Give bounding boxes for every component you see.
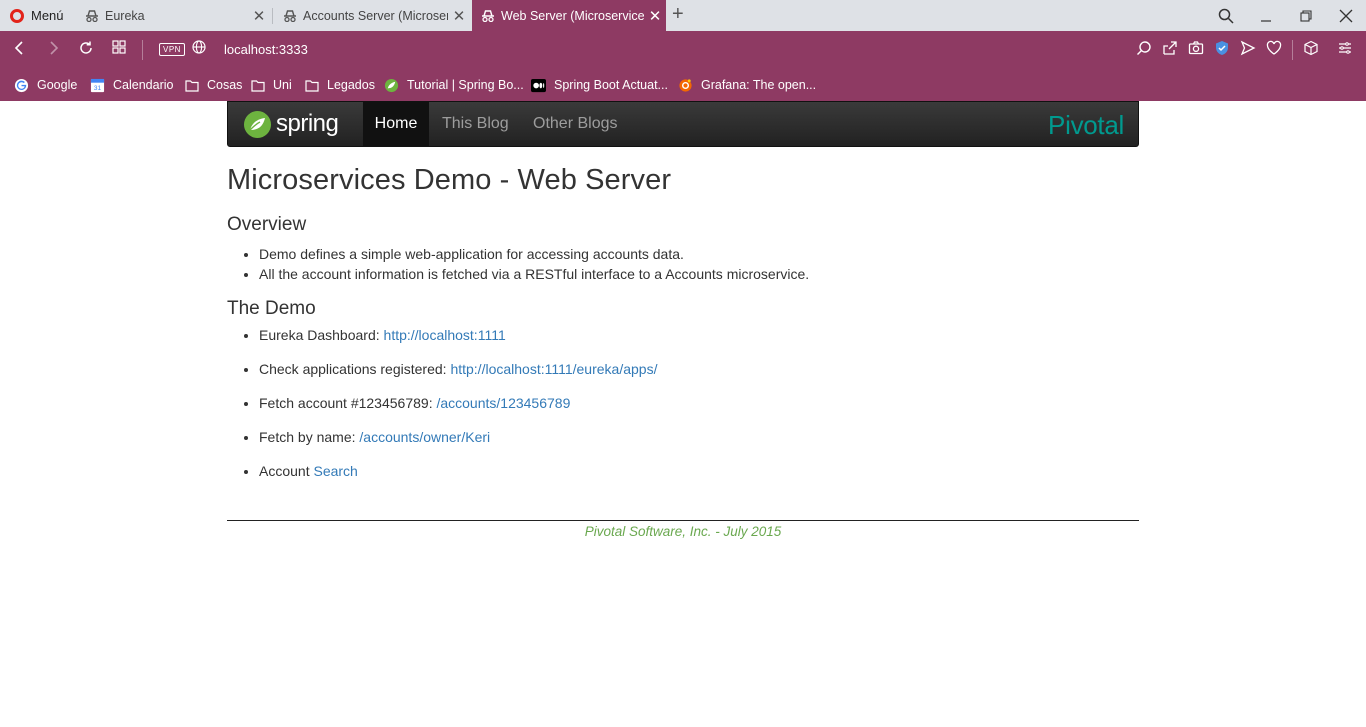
bookmarks-bar: Google 31 Calendario Cosas Uni Legados T… (0, 69, 1366, 101)
bookmark-calendario[interactable]: 31 Calendario (90, 76, 173, 94)
restore-icon[interactable] (1286, 0, 1326, 31)
list-item: Account Search (259, 461, 1139, 481)
list-item: All the account information is fetched v… (259, 264, 1139, 284)
bookmark-legados[interactable]: Legados (304, 76, 375, 94)
footer-text: Pivotal Software, Inc. - July 2015 (584, 524, 782, 539)
item-label: Fetch by name: (259, 429, 360, 445)
tab-divider (272, 8, 273, 24)
bookmark-google[interactable]: Google (14, 76, 77, 94)
extensions-cube-icon[interactable] (1301, 40, 1321, 60)
vpn-badge[interactable]: VPN (159, 43, 185, 56)
nav-this-blog[interactable]: This Blog (442, 102, 509, 146)
incognito-icon (86, 9, 98, 22)
bookmark-label: Spring Boot Actuat... (554, 78, 668, 92)
list-item: Fetch by name: /accounts/owner/Keri (259, 427, 1139, 447)
menu-label: Menú (31, 8, 64, 23)
item-label: Fetch account #123456789: (259, 395, 437, 411)
tab-web-server-active[interactable]: Web Server (Microservices Demo) ✕ (472, 0, 666, 31)
calendar-icon: 31 (90, 78, 105, 93)
divider (142, 40, 143, 60)
eureka-apps-link[interactable]: http://localhost:1111/eureka/apps/ (450, 361, 657, 377)
new-tab-icon[interactable]: + (672, 3, 684, 26)
close-tab-icon[interactable]: ✕ (644, 7, 666, 25)
bookmark-cosas[interactable]: Cosas (184, 76, 242, 94)
opera-logo-icon (10, 8, 24, 23)
bookmark-label: Legados (327, 78, 375, 92)
overview-list: Demo defines a simple web-application fo… (259, 244, 1139, 284)
list-item: Fetch account #123456789: /accounts/1234… (259, 393, 1139, 413)
find-in-page-icon[interactable] (1134, 40, 1154, 60)
fetch-account-link[interactable]: /accounts/123456789 (436, 395, 570, 411)
speed-dial-icon[interactable] (109, 40, 129, 60)
send-icon[interactable] (1238, 40, 1258, 60)
fetch-by-name-link[interactable]: /accounts/owner/Keri (359, 429, 490, 445)
folder-icon (250, 78, 265, 93)
bookmark-spring-actuator[interactable]: Spring Boot Actuat... (531, 76, 668, 94)
page-title: Microservices Demo - Web Server (227, 164, 672, 196)
demo-list: Eureka Dashboard: http://localhost:1111 … (259, 325, 1139, 481)
minimize-icon[interactable] (1246, 0, 1286, 31)
bookmark-grafana[interactable]: Grafana: The open... (678, 76, 816, 94)
bookmark-label: Tutorial | Spring Bo... (407, 78, 524, 92)
bookmark-label: Cosas (207, 78, 243, 92)
tab-eureka[interactable]: Eureka ✕ (76, 0, 270, 31)
divider (1292, 40, 1293, 60)
bookmark-label: Google (37, 78, 78, 92)
svg-text:31: 31 (94, 85, 102, 92)
item-label: Eureka Dashboard: (259, 327, 384, 343)
footer-divider (227, 520, 1139, 521)
nav-other-blogs[interactable]: Other Blogs (533, 102, 617, 146)
overview-heading: Overview (227, 214, 307, 235)
folder-icon (304, 78, 319, 93)
grafana-icon (678, 78, 693, 93)
back-icon[interactable] (10, 40, 30, 60)
tab-title: Accounts Server (Microservices (303, 8, 448, 23)
adblock-shield-icon[interactable] (1212, 40, 1232, 60)
share-icon[interactable] (1160, 40, 1180, 60)
tab-search-icon[interactable] (1206, 0, 1246, 31)
account-search-link[interactable]: Search (313, 463, 357, 479)
nav-home[interactable]: Home (363, 102, 429, 146)
incognito-icon (284, 9, 296, 22)
reload-icon[interactable] (76, 40, 96, 60)
globe-icon[interactable] (189, 40, 209, 60)
opera-menu-button[interactable]: Menú (0, 0, 70, 31)
list-item: Demo defines a simple web-application fo… (259, 244, 1139, 264)
logo-text: spring (276, 110, 339, 137)
list-item: Eureka Dashboard: http://localhost:1111 (259, 325, 1139, 345)
spring-leaf-icon (384, 78, 399, 93)
eureka-dashboard-link[interactable]: http://localhost:1111 (384, 327, 506, 343)
demo-heading: The Demo (227, 298, 316, 319)
item-label: Check applications registered: (259, 361, 451, 377)
item-label: Account (259, 463, 314, 479)
google-icon (14, 78, 29, 93)
camera-icon[interactable] (1186, 40, 1206, 60)
bookmark-label: Uni (273, 78, 292, 92)
page-content: spring Home This Blog Other Blogs Pivota… (227, 101, 1139, 539)
list-item: Check applications registered: http://lo… (259, 359, 1139, 379)
medium-icon (531, 78, 546, 93)
heart-icon[interactable] (1264, 40, 1284, 60)
forward-icon[interactable] (43, 40, 63, 60)
bookmark-label: Grafana: The open... (701, 78, 817, 92)
bookmark-uni[interactable]: Uni (250, 76, 292, 94)
bookmark-spring-tutorial[interactable]: Tutorial | Spring Bo... (384, 76, 524, 94)
tab-title: Eureka (105, 8, 145, 23)
url-field[interactable]: localhost:3333 (224, 42, 308, 57)
bookmark-label: Calendario (113, 78, 174, 92)
tab-title: Web Server (Microservices Demo) (501, 8, 644, 23)
close-tab-icon[interactable]: ✕ (448, 7, 470, 25)
close-tab-icon[interactable]: ✕ (248, 7, 270, 25)
site-navbar: spring Home This Blog Other Blogs Pivota… (227, 101, 1139, 147)
address-bar: VPN localhost:3333 (0, 31, 1366, 69)
close-window-icon[interactable] (1326, 0, 1366, 31)
tab-bar: Menú Eureka ✕ Accounts Server (Microserv… (0, 0, 1366, 31)
tab-accounts-server[interactable]: Accounts Server (Microservices ✕ (274, 0, 470, 31)
spring-logo[interactable]: spring (244, 110, 339, 138)
easy-setup-icon[interactable] (1335, 40, 1355, 60)
spring-leaf-icon (244, 110, 271, 138)
folder-icon (184, 78, 199, 93)
pivotal-logo[interactable]: Pivotal (1048, 110, 1124, 141)
incognito-icon (482, 9, 494, 22)
